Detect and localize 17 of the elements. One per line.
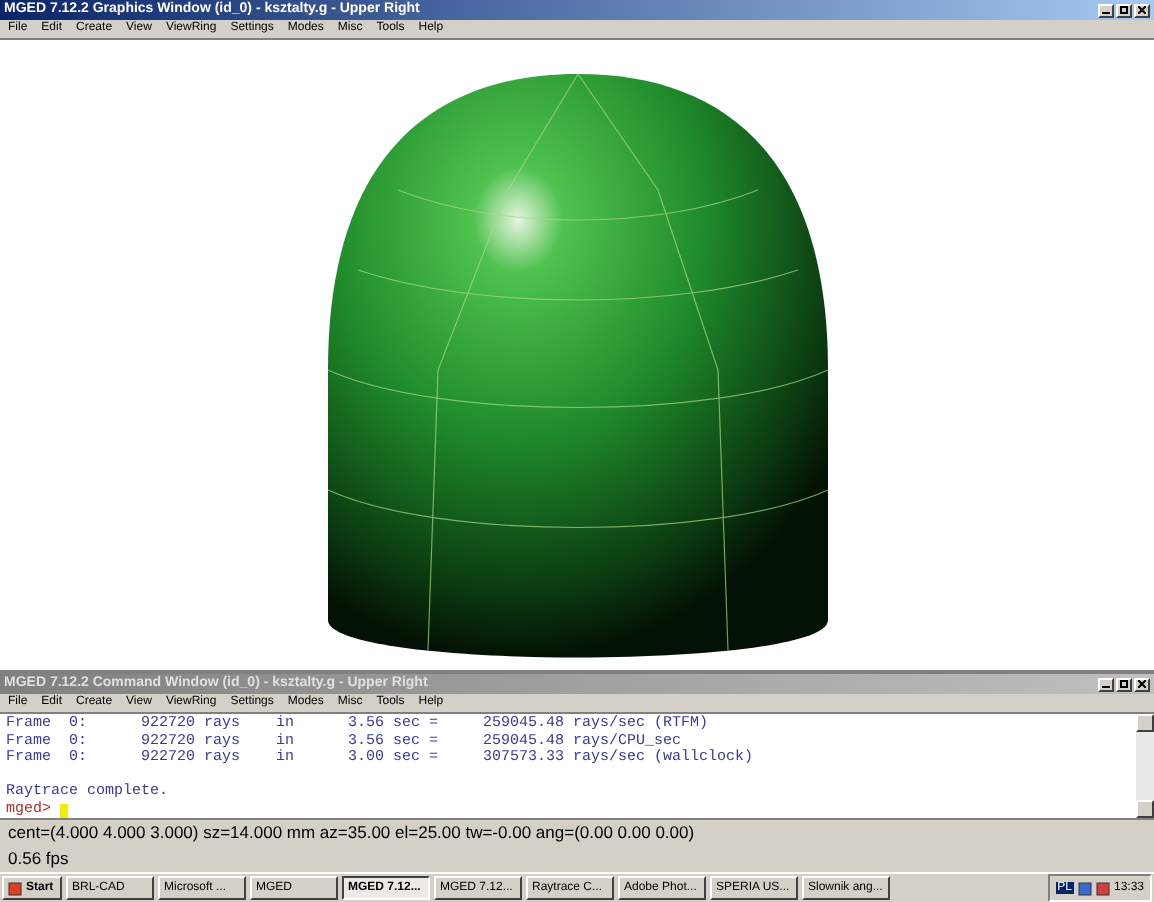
close-button[interactable] xyxy=(1134,677,1150,691)
minimize-button[interactable] xyxy=(1098,677,1114,691)
scroll-up-button[interactable] xyxy=(1136,714,1154,732)
close-icon xyxy=(1138,6,1146,14)
scroll-down-button[interactable] xyxy=(1136,800,1154,818)
maximize-button[interactable] xyxy=(1116,3,1132,17)
maximize-icon xyxy=(1120,6,1128,14)
close-icon xyxy=(1138,680,1146,688)
minimize-icon xyxy=(1102,6,1110,14)
maximize-icon xyxy=(1120,680,1128,688)
view-status-line: cent=(4.000 4.000 3.000) sz=14.000 mm az=35.00 el=25.00 tw=-0.00 ang=(0.00 0.00 0.00) xyxy=(6,820,697,846)
text-cursor xyxy=(59,803,68,818)
minimize-button[interactable] xyxy=(1098,3,1114,17)
fps-readout: 0.56 fps xyxy=(6,846,71,872)
minimize-icon xyxy=(1102,680,1110,688)
maximize-button[interactable] xyxy=(1116,677,1132,691)
close-button[interactable] xyxy=(1134,3,1150,17)
